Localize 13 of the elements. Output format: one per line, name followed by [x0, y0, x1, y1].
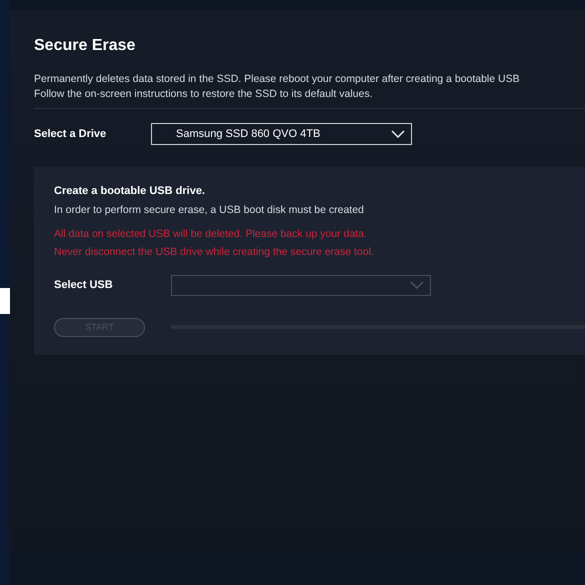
- chevron-down-icon: [410, 281, 424, 290]
- card-subtitle: In order to perform secure erase, a USB boot disk must be created: [54, 202, 365, 218]
- drive-dropdown[interactable]: Samsung SSD 860 QVO 4TB: [151, 123, 412, 145]
- sidebar-tab[interactable]: [0, 288, 10, 314]
- description-line: Follow the on-screen instructions to restore the SSD to its default values.: [34, 87, 374, 102]
- drive-label: Select a Drive: [34, 126, 108, 142]
- chevron-down-icon: [391, 130, 405, 138]
- page-title: Secure Erase: [34, 36, 136, 56]
- card-heading: Create a bootable USB drive.: [54, 184, 206, 199]
- warning-text: All data on selected USB will be deleted. Please back up your data.: [54, 227, 368, 242]
- description-line: Permanently deletes data stored in the SSD. Please reboot your computer after creating a bootable USB: [34, 72, 521, 87]
- usb-label: Select USB: [54, 278, 114, 293]
- warning-text: Never disconnect the USB drive while creating the secure erase tool.: [54, 245, 375, 260]
